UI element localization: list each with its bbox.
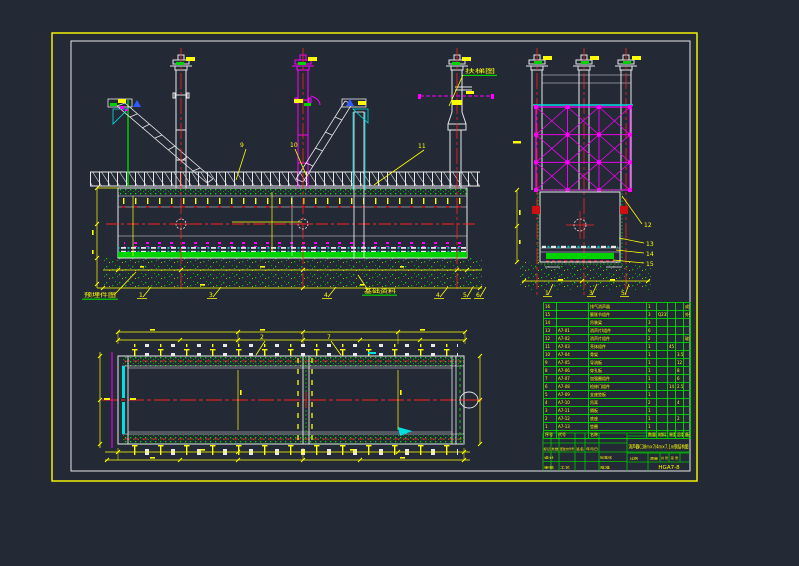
balloon-callout: 13 <box>646 241 654 248</box>
cad-drawing: 1 3 4 4 5 6 9 10 11 1 3 5 12 13 14 15 2 … <box>0 0 799 566</box>
mass-label: 质量 <box>650 456 658 461</box>
platform-label: 扶梯图 <box>465 67 496 75</box>
side-foundation-hatch <box>520 262 652 290</box>
scale-label: 比例 <box>630 456 638 461</box>
bom-row: 11A7-03壳体组件145 <box>544 343 691 351</box>
role-label: 批准 <box>600 465 610 470</box>
balloon-callout: 4 <box>324 292 328 299</box>
bom-row: 13A7-01消声片I组件6 <box>544 327 691 335</box>
balloon-callout: 5 <box>621 290 625 297</box>
balloon-callout: 15 <box>646 261 654 268</box>
balloon-callout: 14 <box>646 251 654 258</box>
foundation-label: 基础资料 <box>364 287 397 295</box>
ground-label: 预埋件图 <box>84 291 117 299</box>
sheet-no: 第 张 <box>671 456 679 460</box>
drawing-number: HGA7-8 <box>658 465 680 471</box>
balloon-callout: 7 <box>327 334 331 341</box>
bom-row: 16排气消声器1成套 <box>544 303 691 311</box>
bom-row: 6A7-08检修门组件1142.5 <box>544 383 691 391</box>
bom-row: 2A7-12底座12 <box>544 415 691 423</box>
balloon-callout: 9 <box>240 142 244 149</box>
bom-table: 16排气消声器1成套15膨胀节组件3Q235-A外购14吊装梁313A7-01消… <box>543 302 690 433</box>
bom-grid: 16排气消声器1成套15膨胀节组件3Q235-A外购14吊装梁313A7-01消… <box>543 302 691 439</box>
sheet-total: 共 张 <box>661 456 668 460</box>
bom-row: 3A7-11隔板1 <box>544 407 691 415</box>
balloon-callout: 3 <box>209 292 213 299</box>
bom-row: 12A7-02消声片组件2玻璃棉 <box>544 335 691 343</box>
rev-label: 更改文件号 <box>560 446 574 451</box>
rev-label: 签名 <box>576 446 584 451</box>
role-label: 工艺 <box>560 465 570 470</box>
bom-row: 5A7-09支座垫板1 <box>544 391 691 399</box>
balloon-callout: 11 <box>418 143 426 150</box>
bom-row: 14吊装梁3 <box>544 319 691 327</box>
balloon-callout: 10 <box>290 142 298 149</box>
rev-label: 处数 <box>552 446 559 451</box>
bom-row: 10A7-04骨架13.5 <box>544 351 691 359</box>
balloon-callout: 2 <box>260 334 264 341</box>
foundation-hatch <box>103 258 482 288</box>
role-label: 标准化 <box>600 455 612 460</box>
bom-row: 9A7-05导流板112 <box>544 359 691 367</box>
bom-header-row: 序号代号名称数量材料单重总重备注 <box>544 431 691 439</box>
balloon-callout: 1 <box>545 290 549 297</box>
balloon-callout: 6 <box>476 292 480 299</box>
role-label: 审核 <box>544 465 554 470</box>
role-label: 设计 <box>544 455 554 460</box>
balloon-callout: 4 <box>436 292 440 299</box>
balloon-callout: 3 <box>589 290 593 297</box>
balloon-callout: 5 <box>463 292 467 299</box>
cad-canvas: 1 3 4 4 5 6 9 10 11 1 3 5 12 13 14 15 2 … <box>0 0 799 566</box>
rev-label: 标记 <box>544 446 551 451</box>
balloon-callout: 12 <box>644 222 652 229</box>
bom-row: 7A7-07加强圈组件16 <box>544 375 691 383</box>
bom-row: 8A7-06穿孔板18 <box>544 367 691 375</box>
drawing-title: 消声器C38m×7/4m×7.1m钢结构图 <box>629 444 689 451</box>
bom-row: 1A7-13垫圈1 <box>544 423 691 431</box>
bom-row: 15膨胀节组件3Q235-A外购 <box>544 311 691 319</box>
bom-row: 4A7-10吊耳24 <box>544 399 691 407</box>
rev-label: 年月日 <box>586 446 598 451</box>
balloon-callout: 1 <box>139 292 143 299</box>
